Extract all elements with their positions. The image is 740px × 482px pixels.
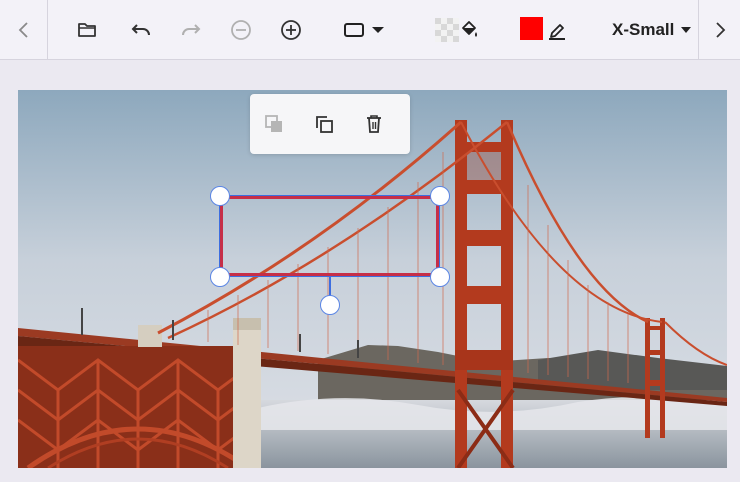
image-editor-toolbar: X-Small xyxy=(0,0,740,60)
resize-handle-bottom-left[interactable] xyxy=(210,267,230,287)
layers-icon xyxy=(265,115,282,132)
resize-handle-top-right[interactable] xyxy=(430,186,450,206)
zoom-in-button[interactable] xyxy=(276,10,306,50)
delete-button[interactable] xyxy=(360,110,388,138)
font-size-dropdown[interactable]: X-Small xyxy=(612,10,692,50)
rectangle-shape[interactable] xyxy=(220,196,439,276)
paint-bucket-icon xyxy=(462,21,477,37)
stroke-color-button[interactable] xyxy=(545,10,569,50)
rotate-handle[interactable] xyxy=(320,295,340,315)
copy-icon xyxy=(316,116,333,133)
caret-down-icon xyxy=(372,27,384,33)
resize-handle-bottom-right[interactable] xyxy=(430,267,450,287)
redo-icon xyxy=(182,24,201,36)
pen-icon xyxy=(549,24,565,40)
font-size-value: X-Small xyxy=(612,20,675,39)
undo-icon xyxy=(131,24,150,36)
undo-button[interactable] xyxy=(126,10,156,50)
shape-context-menu xyxy=(250,94,410,154)
caret-down-icon xyxy=(681,27,692,33)
chevron-right-icon xyxy=(715,21,725,38)
plus-circle-icon xyxy=(281,20,301,40)
trash-icon xyxy=(367,115,381,133)
fill-color-button[interactable] xyxy=(430,10,484,50)
folder-icon xyxy=(78,23,96,37)
shape-dropdown[interactable] xyxy=(336,10,398,50)
transparent-swatch-icon xyxy=(435,18,459,42)
stroke-color-swatch[interactable] xyxy=(520,17,543,40)
zoom-out-button[interactable] xyxy=(226,10,256,50)
resize-handle-top-left[interactable] xyxy=(210,186,230,206)
rotation-stem xyxy=(329,277,331,297)
scroll-left-button[interactable] xyxy=(0,0,48,59)
chevron-left-icon xyxy=(18,21,28,38)
scroll-right-button[interactable] xyxy=(698,0,740,59)
minus-circle-icon xyxy=(231,20,251,40)
duplicate-button[interactable] xyxy=(310,110,338,138)
bring-forward-button[interactable] xyxy=(260,110,288,138)
redo-button[interactable] xyxy=(176,10,206,50)
rectangle-icon xyxy=(344,23,364,37)
open-button[interactable] xyxy=(72,10,102,50)
